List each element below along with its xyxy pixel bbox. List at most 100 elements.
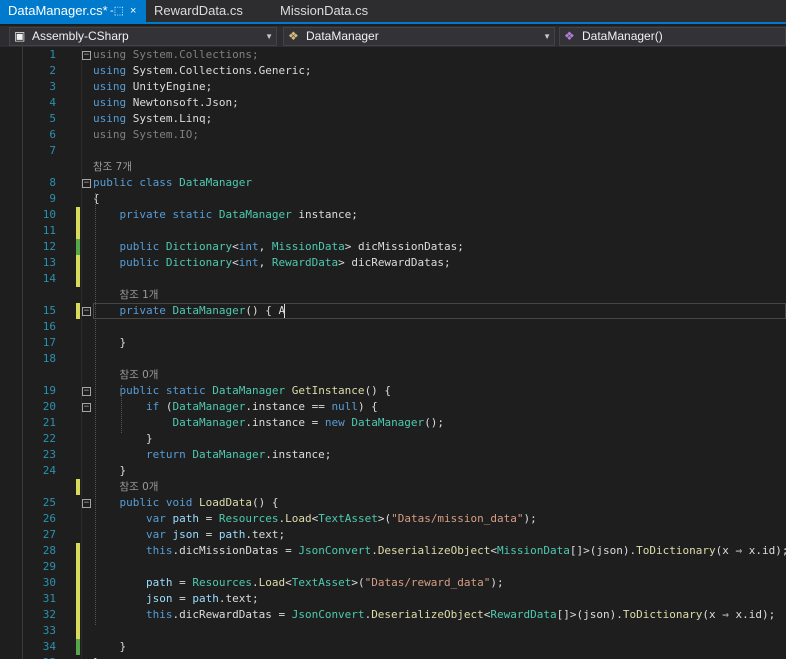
code-line: 25 public void LoadData() {−	[0, 495, 786, 511]
line-number: 4	[49, 96, 56, 109]
code-text: using System.Collections;	[93, 48, 259, 61]
chevron-down-icon: ▼	[265, 32, 273, 41]
code-text: using System.Collections.Generic;	[93, 64, 312, 77]
line-number: 13	[42, 256, 56, 269]
line-number: 24	[42, 464, 56, 477]
code-line: 10 private static DataManager instance;	[0, 207, 786, 223]
code-line: 18	[0, 351, 786, 367]
code-line: 16	[0, 319, 786, 335]
collapse-toggle-icon[interactable]: −	[82, 307, 91, 316]
code-text: }	[93, 464, 127, 477]
close-icon[interactable]: ×	[130, 0, 136, 22]
code-line: 35}	[0, 655, 786, 659]
reference-count-label: 참조 0개	[0, 479, 786, 495]
code-line: 17 }	[0, 335, 786, 351]
line-number: 23	[42, 448, 56, 461]
code-line: 2 using System.Collections.Generic;	[0, 63, 786, 79]
line-number: 30	[42, 576, 56, 589]
project-dropdown[interactable]: ▣ Assembly-CSharp ▼	[9, 27, 277, 46]
code-line: 28 this.dicMissionDatas = JsonConvert.De…	[0, 543, 786, 559]
code-text: DataManager.instance = new DataManager()…	[172, 416, 445, 429]
code-line: 13 public Dictionary<int, RewardData> di…	[0, 255, 786, 271]
line-number: 17	[42, 336, 56, 349]
code-line: 4 using Newtonsoft.Json;	[0, 95, 786, 111]
member-dropdown[interactable]: ❖ DataManager()	[559, 27, 786, 46]
collapse-toggle-icon[interactable]: −	[82, 179, 91, 188]
line-number: 18	[42, 352, 56, 365]
code-line: 14	[0, 271, 786, 287]
line-number: 27	[42, 528, 56, 541]
line-number: 25	[42, 496, 56, 509]
line-number: 1	[49, 48, 56, 61]
codelens-references[interactable]: 참조 1개	[119, 287, 158, 303]
codelens-references[interactable]: 참조 0개	[119, 479, 158, 495]
tab-label: DataManager.cs*	[8, 3, 108, 18]
navigation-bar: ▣ Assembly-CSharp ▼ ❖ DataManager ▼ ❖ Da…	[0, 26, 786, 47]
code-line: 6 using System.IO;	[0, 127, 786, 143]
code-line: 29	[0, 559, 786, 575]
line-number: 2	[49, 64, 56, 77]
line-number: 32	[42, 608, 56, 621]
tab-missiondata[interactable]: MissionData.cs	[268, 0, 368, 22]
codelens-references[interactable]: 참조 0개	[119, 367, 158, 383]
change-indicator	[76, 271, 80, 287]
tab-rewarddata[interactable]: RewardData.cs	[142, 0, 243, 22]
change-indicator	[76, 255, 80, 271]
code-text: this.dicRewardDatas = JsonConvert.Deseri…	[145, 608, 776, 621]
code-text: }	[93, 336, 127, 349]
code-text: this.dicMissionDatas = JsonConvert.Deser…	[145, 544, 786, 557]
tab-label: RewardData.cs	[154, 3, 243, 18]
line-number: 10	[42, 208, 56, 221]
code-text: using Newtonsoft.Json;	[93, 96, 239, 109]
code-line: 8 public class DataManager −	[0, 175, 786, 191]
code-line: 11	[0, 223, 786, 239]
change-indicator	[76, 303, 80, 319]
code-line: 7	[0, 143, 786, 159]
code-text: var path = Resources.Load<TextAsset>("Da…	[145, 512, 537, 525]
code-line: 23 return DataManager.instance;	[0, 447, 786, 463]
code-text: private DataManager() { A	[119, 304, 286, 317]
reference-count-label: 참조 1개	[0, 287, 786, 303]
code-text: }	[93, 655, 100, 659]
class-label: DataManager	[306, 29, 379, 43]
line-number: 3	[49, 80, 56, 93]
indent-guide	[121, 385, 123, 433]
line-number: 21	[42, 416, 56, 429]
code-line: 34 }	[0, 639, 786, 655]
line-number: 8	[49, 176, 56, 189]
code-text: }	[93, 432, 153, 445]
code-text: using System.Linq;	[93, 112, 213, 125]
change-indicator	[76, 559, 80, 575]
change-indicator	[76, 591, 80, 607]
code-text: return DataManager.instance;	[145, 448, 332, 461]
code-text: using UnityEngine;	[93, 80, 213, 93]
project-label: Assembly-CSharp	[32, 29, 129, 43]
collapse-toggle-icon[interactable]: −	[82, 403, 91, 412]
tab-bar: DataManager.cs* -⬚ × RewardData.cs Missi…	[0, 0, 786, 24]
line-number: 19	[42, 384, 56, 397]
change-indicator	[76, 207, 80, 223]
line-number: 34	[42, 640, 56, 653]
code-text: public class DataManager	[93, 176, 252, 189]
code-editor[interactable]: 1 using System.Collections; −2 using System…	[0, 43, 786, 659]
pin-icon[interactable]: -⬚	[110, 0, 124, 22]
change-indicator	[76, 543, 80, 559]
tab-datamanager[interactable]: DataManager.cs* -⬚ ×	[0, 0, 146, 22]
change-indicator	[76, 479, 80, 495]
code-line: 21 DataManager.instance = new DataManage…	[0, 415, 786, 431]
collapse-toggle-icon[interactable]: −	[82, 499, 91, 508]
change-indicator	[76, 239, 80, 255]
class-dropdown[interactable]: ❖ DataManager ▼	[283, 27, 555, 46]
code-line: 31 json = path.text;	[0, 591, 786, 607]
line-number: 29	[42, 560, 56, 573]
line-number: 26	[42, 512, 56, 525]
code-text: public Dictionary<int, RewardData> dicRe…	[119, 256, 451, 269]
code-text: }	[93, 640, 127, 653]
collapse-toggle-icon[interactable]: −	[82, 387, 91, 396]
code-line: 1 using System.Collections; −	[0, 47, 786, 63]
line-number: 7	[49, 144, 56, 157]
collapse-toggle-icon[interactable]: −	[82, 51, 91, 60]
code-text: {	[93, 192, 100, 205]
line-number: 35	[18, 655, 56, 659]
codelens-references[interactable]: 참조 7개	[93, 159, 132, 175]
